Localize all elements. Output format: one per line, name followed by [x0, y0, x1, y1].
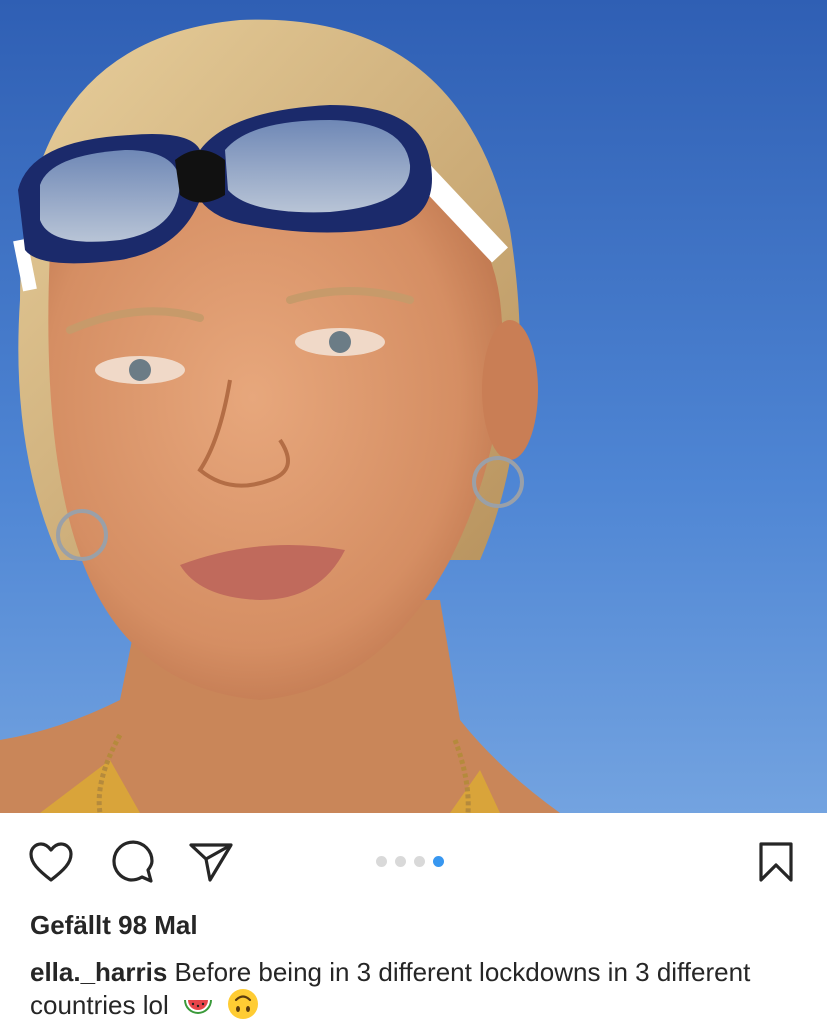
post-action-bar: [0, 813, 827, 911]
like-button[interactable]: [26, 837, 76, 887]
carousel-dot: [395, 856, 406, 867]
carousel-indicator: [376, 856, 444, 867]
post-caption: ella._harris Before being in 3 different…: [30, 956, 800, 1021]
watermelon-emoji: [183, 1000, 212, 1014]
comment-bubble-icon: [112, 840, 154, 883]
bookmark-icon: [759, 842, 793, 882]
paper-plane-icon: [189, 843, 233, 882]
post-image[interactable]: [0, 0, 827, 813]
likes-count[interactable]: Gefällt 98 Mal: [30, 910, 198, 941]
save-button[interactable]: [751, 837, 801, 887]
carousel-dot: [414, 856, 425, 867]
caption-username[interactable]: ella._harris: [30, 957, 167, 987]
carousel-dot: [376, 856, 387, 867]
heart-icon: [29, 842, 73, 882]
comment-button[interactable]: [107, 837, 157, 887]
share-button[interactable]: [186, 837, 236, 887]
carousel-dot-active: [433, 856, 444, 867]
upside-down-face-emoji: [228, 989, 259, 1019]
